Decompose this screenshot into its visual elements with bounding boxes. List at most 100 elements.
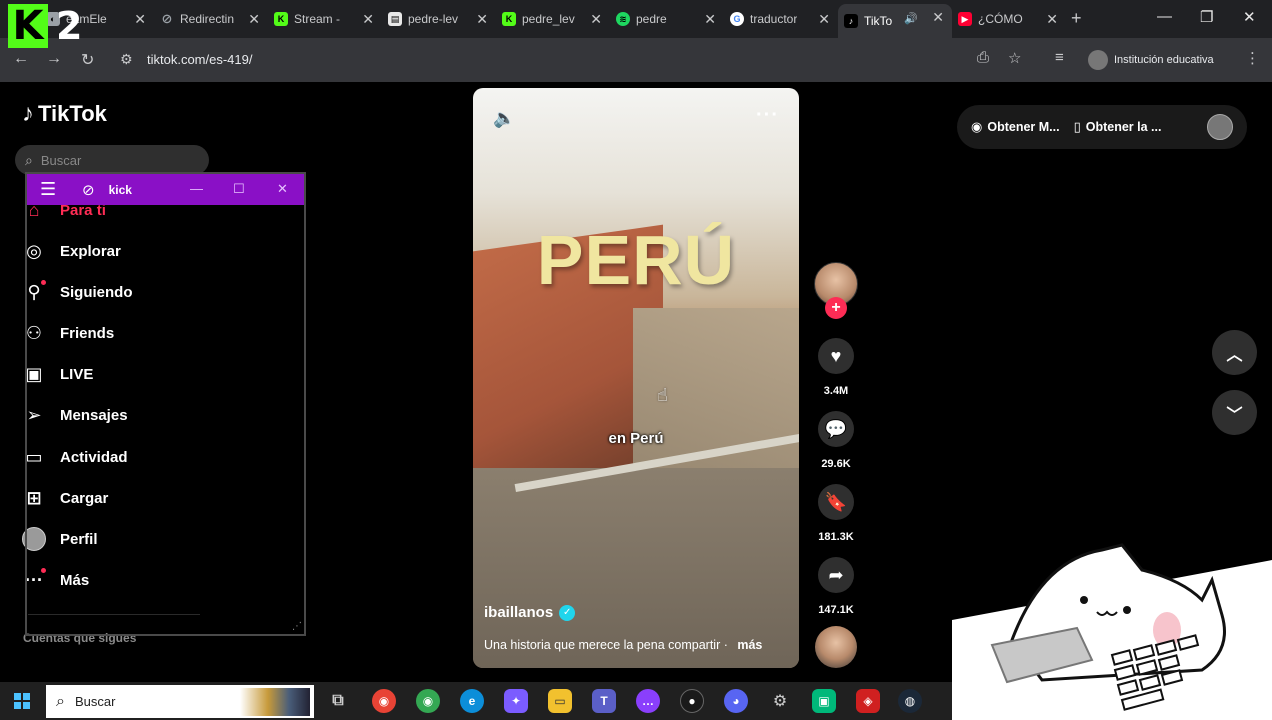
tab-label: Stream - bbox=[294, 12, 341, 26]
kick-chat-window[interactable]: ☰ ⊘ kick — ☐ ✕ ⋰ bbox=[25, 172, 306, 636]
no-sign-icon: ⊘ bbox=[82, 181, 95, 199]
search-icon: ⌕ bbox=[56, 692, 65, 710]
resize-grip-icon[interactable]: ⋰ bbox=[292, 621, 302, 632]
browser-tab-9[interactable]: ▶ ¿CÓMO ✕ bbox=[952, 6, 1066, 32]
user-avatar[interactable] bbox=[1207, 114, 1233, 140]
windows-taskbar: ⌕ Buscar ⧉ ◉ ◉ e ✦ ▭ T … ● ◕ ⚙ ▣ ◈ ◍ bbox=[0, 682, 952, 720]
author-name: ibaillanos bbox=[484, 604, 554, 621]
music-disc-avatar[interactable] bbox=[815, 626, 857, 668]
search-icon: ⌕ bbox=[25, 151, 33, 168]
copilot-icon[interactable]: ✦ bbox=[504, 689, 528, 713]
chrome-icon[interactable]: ◉ bbox=[372, 689, 396, 713]
teams-icon[interactable]: T bbox=[592, 689, 616, 713]
description-more-link[interactable]: más bbox=[737, 638, 762, 652]
save-button[interactable]: 🔖 bbox=[818, 484, 854, 520]
chrome-icon-2[interactable]: ◉ bbox=[416, 689, 440, 713]
close-icon[interactable]: ✕ bbox=[362, 11, 374, 28]
hamburger-menu-icon[interactable]: ☰ bbox=[40, 179, 60, 200]
tiktok-icon: ♪ bbox=[844, 14, 858, 28]
edge-icon[interactable]: e bbox=[460, 689, 484, 713]
close-window-icon[interactable]: ✕ bbox=[1243, 8, 1256, 26]
comment-icon: 💬 bbox=[824, 418, 848, 439]
close-icon[interactable]: ✕ bbox=[277, 181, 288, 197]
video-author[interactable]: ibaillanos ✓ bbox=[484, 604, 576, 621]
google-icon: G bbox=[730, 12, 744, 26]
save-count: 181.3K bbox=[818, 531, 854, 543]
tab-label: TikTo bbox=[864, 14, 893, 28]
url-field[interactable]: tiktok.com/es-419/ bbox=[147, 52, 253, 67]
browser-tab-2[interactable]: ⊘ Redirectin ✕ bbox=[154, 6, 268, 32]
browser-tab-5[interactable]: K pedre_lev ✕ bbox=[496, 6, 610, 32]
minimize-icon[interactable]: — bbox=[190, 181, 203, 196]
page-icon: ▤ bbox=[388, 12, 402, 26]
browser-tab-3[interactable]: K Stream - ✕ bbox=[268, 6, 382, 32]
task-view-icon[interactable]: ⧉ bbox=[326, 689, 350, 713]
browser-menu-icon[interactable]: ⋮ bbox=[1245, 49, 1260, 67]
bongo-cat-eye-right bbox=[1123, 606, 1131, 614]
browser-tab-7[interactable]: G traductor ✕ bbox=[724, 6, 838, 32]
steam-icon[interactable]: ◍ bbox=[898, 689, 922, 713]
profile-avatar bbox=[1088, 50, 1108, 70]
file-explorer-icon[interactable]: ▭ bbox=[548, 689, 572, 713]
close-icon[interactable]: ✕ bbox=[248, 11, 260, 28]
discord-icon[interactable]: ◕ bbox=[724, 689, 748, 713]
app-red-icon[interactable]: ◈ bbox=[856, 689, 880, 713]
chevron-down-icon: ﹀ bbox=[1226, 406, 1243, 424]
forward-icon[interactable]: → bbox=[46, 50, 62, 68]
restore-icon[interactable]: ❐ bbox=[1200, 8, 1213, 26]
profile-chip[interactable]: Institución educativa bbox=[1088, 46, 1214, 74]
chat-icon[interactable]: … bbox=[636, 689, 660, 713]
close-icon[interactable]: ✕ bbox=[134, 11, 146, 28]
close-icon[interactable]: ✕ bbox=[1046, 11, 1058, 28]
browser-tab-active[interactable]: ♪ TikTo 🔊 ✕ bbox=[838, 4, 952, 38]
tab-label: pedre-lev bbox=[408, 12, 459, 26]
minimize-icon[interactable]: — bbox=[1157, 8, 1172, 25]
tab-label: ¿CÓMO bbox=[978, 12, 1023, 26]
tiktok-logo[interactable]: ♪ TikTok bbox=[22, 100, 107, 128]
windows-start-icon[interactable] bbox=[14, 693, 30, 709]
kick-window-title: kick bbox=[108, 182, 132, 197]
like-button[interactable]: ♥ bbox=[818, 338, 854, 374]
kick-logo-number: 2 bbox=[56, 4, 83, 48]
speaker-icon[interactable]: 🔊 bbox=[904, 12, 918, 25]
comment-button[interactable]: 💬 bbox=[818, 411, 854, 447]
tiktok-brand-text: TikTok bbox=[38, 101, 107, 126]
close-icon[interactable]: ✕ bbox=[704, 11, 716, 28]
share-button[interactable]: ➦ bbox=[818, 557, 854, 593]
settings-icon[interactable]: ⚙ bbox=[768, 689, 792, 713]
site-info-icon[interactable]: ⚙ bbox=[120, 51, 133, 68]
get-app-button[interactable]: ◉ Obtener M... bbox=[971, 119, 1060, 135]
taskbar-search-input[interactable]: ⌕ Buscar bbox=[46, 685, 314, 718]
chevron-up-icon: ︿ bbox=[1226, 346, 1243, 364]
bookmark-star-icon[interactable]: ☆ bbox=[1008, 49, 1021, 67]
browser-tab-6[interactable]: ≋ pedre ✕ bbox=[610, 6, 724, 32]
close-icon[interactable]: ✕ bbox=[590, 11, 602, 28]
close-icon[interactable]: ✕ bbox=[476, 11, 488, 28]
follow-plus-button[interactable]: + bbox=[825, 297, 847, 319]
close-icon[interactable]: ✕ bbox=[818, 11, 830, 28]
get-mobile-app-button[interactable]: ▯ Obtener la ... bbox=[1074, 119, 1162, 135]
search-input[interactable]: ⌕ Buscar bbox=[15, 145, 209, 175]
share-count: 147.1K bbox=[818, 604, 854, 616]
volume-icon[interactable]: 🔈 bbox=[493, 108, 515, 129]
app-green-icon[interactable]: ▣ bbox=[812, 689, 836, 713]
previous-video-button[interactable]: ︿ bbox=[1212, 330, 1257, 375]
new-tab-button[interactable]: + bbox=[1071, 8, 1082, 29]
obs-icon[interactable]: ● bbox=[680, 689, 704, 713]
kick-icon: K bbox=[274, 12, 288, 26]
browser-tab-4[interactable]: ▤ pedre-lev ✕ bbox=[382, 6, 496, 32]
kick-icon: K bbox=[502, 12, 516, 26]
reload-icon[interactable]: ↻ bbox=[81, 50, 94, 70]
kick-window-titlebar[interactable]: ☰ ⊘ kick — ☐ ✕ bbox=[27, 174, 304, 205]
video-player[interactable]: PERÚ en Perú 🔈 ··· ibaillanos ✓ Una hist… bbox=[473, 88, 799, 668]
address-bar-row: ← → ↻ ⚙ tiktok.com/es-419/ ⎙ ☆ ≡ Institu… bbox=[0, 38, 1272, 82]
install-app-icon[interactable]: ⎙ bbox=[977, 49, 989, 66]
reading-list-icon[interactable]: ≡ bbox=[1055, 49, 1064, 66]
next-video-button[interactable]: ﹀ bbox=[1212, 390, 1257, 435]
maximize-icon[interactable]: ☐ bbox=[233, 181, 245, 197]
more-options-icon[interactable]: ··· bbox=[756, 104, 779, 127]
video-description: Una historia que merece la pena comparti… bbox=[484, 638, 762, 652]
bongo-cat-eye-left bbox=[1080, 596, 1088, 604]
back-icon[interactable]: ← bbox=[13, 50, 29, 68]
close-icon[interactable]: ✕ bbox=[932, 9, 944, 26]
